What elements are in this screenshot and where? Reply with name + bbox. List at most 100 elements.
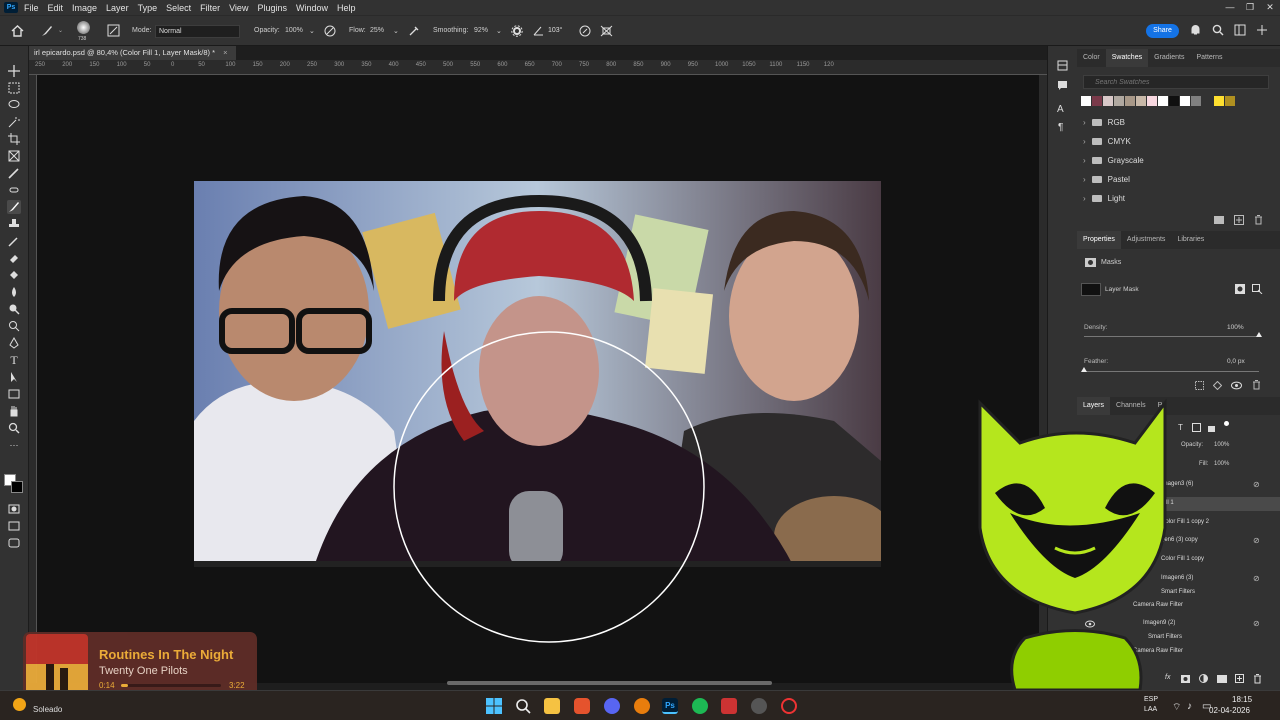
swatch-folder-rgb[interactable]: › RGB: [1083, 118, 1125, 127]
home-icon[interactable]: [11, 25, 24, 37]
dodge-tool-icon[interactable]: [7, 319, 21, 333]
trash-icon[interactable]: [1253, 674, 1262, 684]
vector-mask-icon[interactable]: [1252, 284, 1263, 294]
screen-mode-icon[interactable]: [7, 519, 21, 533]
brave-browser-icon[interactable]: [574, 698, 590, 714]
discord-icon[interactable]: [604, 698, 620, 714]
angle-input[interactable]: 103°: [545, 25, 567, 38]
chevron-down-icon[interactable]: ⌄: [309, 27, 315, 35]
type-tool-icon[interactable]: T: [7, 353, 21, 367]
shape-filter-icon[interactable]: [1192, 423, 1201, 432]
brush-tool-icon[interactable]: [7, 200, 21, 214]
language-indicator[interactable]: ESP: [1144, 696, 1158, 703]
swatch-folder-light[interactable]: › Light: [1083, 194, 1125, 203]
feather-value[interactable]: 0,0 px: [1227, 358, 1245, 365]
swatches-search-input[interactable]: [1083, 75, 1269, 89]
brush-preset-icon[interactable]: [77, 21, 90, 34]
color-swatch[interactable]: [1092, 96, 1102, 106]
density-slider-thumb[interactable]: [1256, 332, 1262, 337]
generative-icon[interactable]: [7, 536, 21, 550]
eyedropper-icon[interactable]: [7, 166, 21, 180]
file-explorer-icon[interactable]: [544, 698, 560, 714]
pen-tool-icon[interactable]: [7, 336, 21, 350]
sun-weather-icon[interactable]: [13, 698, 26, 711]
dodge-tool-icon[interactable]: [7, 302, 21, 316]
share-button[interactable]: Share: [1146, 24, 1179, 38]
color-swatch[interactable]: [1103, 96, 1113, 106]
menu-filter[interactable]: Filter: [200, 3, 220, 13]
swatch-folder-cmyk[interactable]: › CMYK: [1083, 137, 1131, 146]
menu-file[interactable]: File: [24, 3, 39, 13]
move-tool-icon[interactable]: [7, 64, 21, 78]
search-icon[interactable]: [515, 698, 531, 714]
color-swatch[interactable]: [1191, 96, 1201, 106]
artboard-tool-icon[interactable]: [7, 81, 21, 95]
comments-icon[interactable]: [1057, 80, 1068, 91]
pan-icon[interactable]: [1256, 24, 1268, 36]
density-slider[interactable]: [1084, 332, 1262, 337]
quick-mask-icon[interactable]: [7, 502, 21, 516]
clock-date[interactable]: 02-04-2026: [1209, 706, 1250, 715]
rectangle-tool-icon[interactable]: [7, 387, 21, 401]
search-icon[interactable]: [1212, 24, 1224, 36]
frame-tool-icon[interactable]: [7, 149, 21, 163]
select-pixel-mask-icon[interactable]: [1235, 284, 1245, 294]
color-swatch[interactable]: [1136, 96, 1146, 106]
tab-patterns[interactable]: Patterns: [1190, 49, 1228, 67]
mask-thumbnail[interactable]: [1081, 283, 1101, 296]
healing-brush-icon[interactable]: [7, 183, 21, 197]
photoshop-taskbar-icon[interactable]: Ps: [662, 698, 678, 714]
layer-fill-value[interactable]: 100%: [1214, 461, 1229, 467]
history-brush-icon[interactable]: [7, 234, 21, 248]
color-swatch[interactable]: [1125, 96, 1135, 106]
photoshop-logo-icon[interactable]: Ps: [4, 2, 18, 13]
blender-icon[interactable]: [634, 698, 650, 714]
color-swatch[interactable]: [1225, 96, 1235, 106]
airbrush-icon[interactable]: [408, 25, 420, 37]
menu-window[interactable]: Window: [296, 3, 328, 13]
swatch-folder-grayscale[interactable]: › Grayscale: [1083, 156, 1144, 165]
menu-select[interactable]: Select: [166, 3, 191, 13]
background-color-swatch[interactable]: [11, 481, 23, 493]
new-swatch-icon[interactable]: [1234, 215, 1244, 225]
minimize-icon[interactable]: —: [1220, 0, 1240, 15]
wifi-icon[interactable]: ⌔: [1172, 701, 1181, 714]
keyboard-layout[interactable]: LAA: [1144, 706, 1157, 713]
pressure-size-icon[interactable]: [579, 25, 591, 37]
eye-icon[interactable]: [1231, 381, 1242, 390]
color-swatch[interactable]: [1114, 96, 1124, 106]
tab-libraries[interactable]: Libraries: [1171, 231, 1210, 249]
swatch-folder-pastel[interactable]: › Pastel: [1083, 175, 1130, 184]
spotify-icon[interactable]: [692, 698, 708, 714]
track-progress-bar[interactable]: [121, 684, 221, 687]
menu-plugins[interactable]: Plugins: [257, 3, 287, 13]
blur-tool-icon[interactable]: [7, 285, 21, 299]
steam-icon[interactable]: [751, 698, 767, 714]
lasso-tool-icon[interactable]: [7, 98, 21, 112]
tab-color[interactable]: Color: [1077, 49, 1106, 67]
new-layer-icon[interactable]: [1235, 674, 1244, 683]
load-selection-icon[interactable]: [1195, 381, 1204, 390]
chevron-down-icon[interactable]: ⌄: [393, 27, 399, 35]
horizontal-scrollbar[interactable]: [447, 681, 772, 685]
menu-type[interactable]: Type: [138, 3, 158, 13]
windows-start-icon[interactable]: [486, 698, 502, 714]
new-folder-icon[interactable]: [1214, 216, 1224, 224]
menu-layer[interactable]: Layer: [106, 3, 129, 13]
tab-swatches[interactable]: Swatches: [1105, 49, 1149, 67]
filter-toggle-icon[interactable]: [1224, 421, 1229, 426]
close-tab-icon[interactable]: ×: [223, 48, 227, 57]
opera-gx-icon[interactable]: [781, 698, 797, 714]
volume-icon[interactable]: ♪: [1187, 701, 1192, 712]
app-icon[interactable]: [721, 698, 737, 714]
eraser-icon[interactable]: [7, 251, 21, 265]
gear-icon[interactable]: [511, 25, 523, 37]
menu-image[interactable]: Image: [72, 3, 97, 13]
add-mask-icon[interactable]: [1181, 675, 1190, 683]
paint-bucket-icon[interactable]: [7, 268, 21, 282]
path-selection-icon[interactable]: [7, 370, 21, 384]
more-tools-icon[interactable]: ···: [7, 438, 21, 452]
color-swatch[interactable]: [1169, 96, 1179, 106]
symmetry-icon[interactable]: [600, 25, 613, 37]
color-swatch[interactable]: [1081, 96, 1091, 106]
